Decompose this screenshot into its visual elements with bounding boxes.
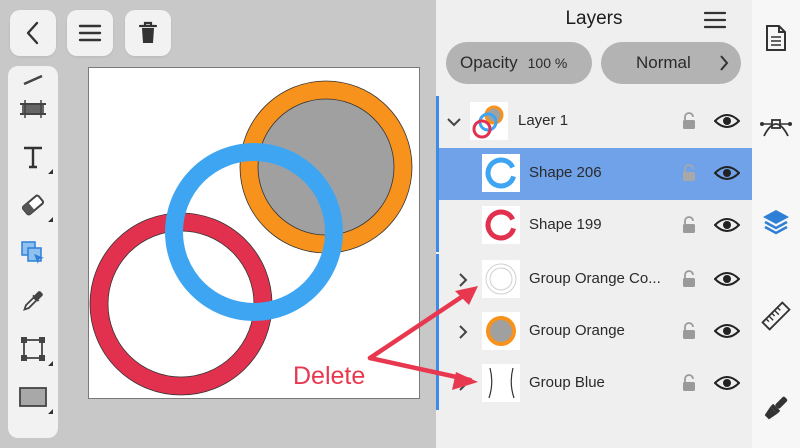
tool-frame-text[interactable]: [8, 86, 58, 132]
layer-indent-bar: [436, 254, 439, 306]
opacity-value: 100 %: [527, 55, 568, 71]
chevron-right-icon[interactable]: [458, 324, 468, 340]
back-button[interactable]: [10, 10, 56, 56]
opacity-label: Opacity: [460, 53, 518, 72]
blend-mode-select[interactable]: Normal: [601, 42, 741, 84]
layers-icon: [763, 210, 789, 235]
chevron-left-icon: [26, 21, 39, 45]
layer-row-shape-199[interactable]: Shape 199: [436, 200, 752, 252]
hamburger-icon: [78, 24, 102, 42]
tool-submenu-indicator: [48, 361, 53, 366]
document-canvas[interactable]: [88, 67, 420, 399]
node-studio-button[interactable]: [760, 112, 792, 144]
eye-icon[interactable]: [714, 322, 740, 340]
layers-panel: Layers Opacity 100 % Normal Layer 1 Shap…: [436, 0, 752, 448]
annotation-delete-label: Delete: [293, 362, 366, 390]
layer-thumbnail: [482, 154, 520, 192]
chevron-right-icon: [720, 55, 729, 71]
tool-color-picker[interactable]: [8, 278, 58, 324]
node-tool-icon: [760, 119, 792, 137]
layers-studio-button[interactable]: [760, 206, 792, 238]
tool-strip: [8, 66, 58, 438]
eraser-icon: [21, 194, 45, 216]
layer-row-group-orange[interactable]: Group Orange: [436, 306, 752, 358]
trash-icon: [138, 21, 158, 43]
chevron-right-icon[interactable]: [458, 376, 468, 392]
panel-menu-icon[interactable]: [704, 10, 726, 30]
rectangle-tool-icon: [19, 387, 47, 407]
layer-thumbnail: [482, 312, 520, 350]
layer-row-layer-1[interactable]: Layer 1: [436, 96, 752, 148]
layer-row-group-blue[interactable]: Group Blue: [436, 358, 752, 410]
layer-row-group-orange-copy[interactable]: Group Orange Co...: [436, 254, 752, 306]
layer-indent-bar: [436, 200, 439, 252]
layer-thumbnail: [482, 206, 520, 244]
crop-transform-icon: [21, 337, 45, 361]
blend-mode-value: Normal: [636, 53, 691, 72]
brush-icon: [764, 396, 788, 420]
studio-bar: [752, 0, 800, 448]
pen-tool-icon: [23, 74, 43, 86]
layer-name: Group Orange: [529, 322, 625, 339]
frame-text-icon: [20, 100, 46, 118]
tool-eraser[interactable]: [8, 182, 58, 228]
layer-thumbnail: [482, 260, 520, 298]
brushes-studio-button[interactable]: [760, 392, 792, 424]
lock-icon[interactable]: [682, 216, 696, 234]
node-select-icon: [21, 241, 44, 264]
transform-studio-button[interactable]: [760, 300, 792, 332]
tool-node[interactable]: [8, 230, 58, 276]
layer-indent-bar: [436, 148, 439, 200]
opacity-control[interactable]: Opacity 100 %: [446, 42, 592, 84]
document-icon: [766, 25, 786, 51]
layer-name: Shape 199: [529, 216, 602, 233]
lock-icon[interactable]: [682, 322, 696, 340]
lock-icon[interactable]: [682, 270, 696, 288]
chevron-down-icon[interactable]: [446, 116, 462, 128]
lock-icon[interactable]: [682, 164, 696, 182]
tool-submenu-indicator: [48, 169, 53, 174]
layer-name: Group Blue: [529, 374, 605, 391]
eye-icon[interactable]: [714, 216, 740, 234]
tool-more[interactable]: [8, 418, 58, 438]
layer-thumbnail: [482, 364, 520, 402]
layer-indent-bar: [436, 358, 439, 410]
tool-transform[interactable]: [8, 326, 58, 372]
tool-rectangle[interactable]: [8, 374, 58, 420]
tool-submenu-indicator: [48, 217, 53, 222]
eye-icon[interactable]: [714, 112, 740, 130]
layer-name: Shape 206: [529, 164, 602, 181]
layer-name: Group Orange Co...: [529, 270, 661, 287]
ruler-icon: [761, 301, 791, 331]
eye-icon[interactable]: [714, 164, 740, 182]
canvas-artwork: [89, 80, 413, 396]
chevron-right-icon[interactable]: [458, 272, 468, 288]
layer-name: Layer 1: [518, 112, 569, 129]
layer-indent-bar: [436, 306, 439, 358]
eye-icon[interactable]: [714, 270, 740, 288]
tool-submenu-indicator: [48, 409, 53, 414]
tool-artistic-text[interactable]: [8, 134, 58, 180]
layer-thumbnail: [470, 102, 508, 140]
eye-icon[interactable]: [714, 374, 740, 392]
text-tool-icon: [24, 146, 42, 169]
delete-button[interactable]: [125, 10, 171, 56]
eyedropper-icon: [23, 291, 43, 311]
layer-indent-bar: [436, 96, 439, 148]
lock-icon[interactable]: [682, 112, 696, 130]
layer-row-shape-206[interactable]: Shape 206: [436, 148, 752, 200]
menu-button[interactable]: [67, 10, 113, 56]
lock-icon[interactable]: [682, 374, 696, 392]
document-studio-button[interactable]: [760, 22, 792, 54]
